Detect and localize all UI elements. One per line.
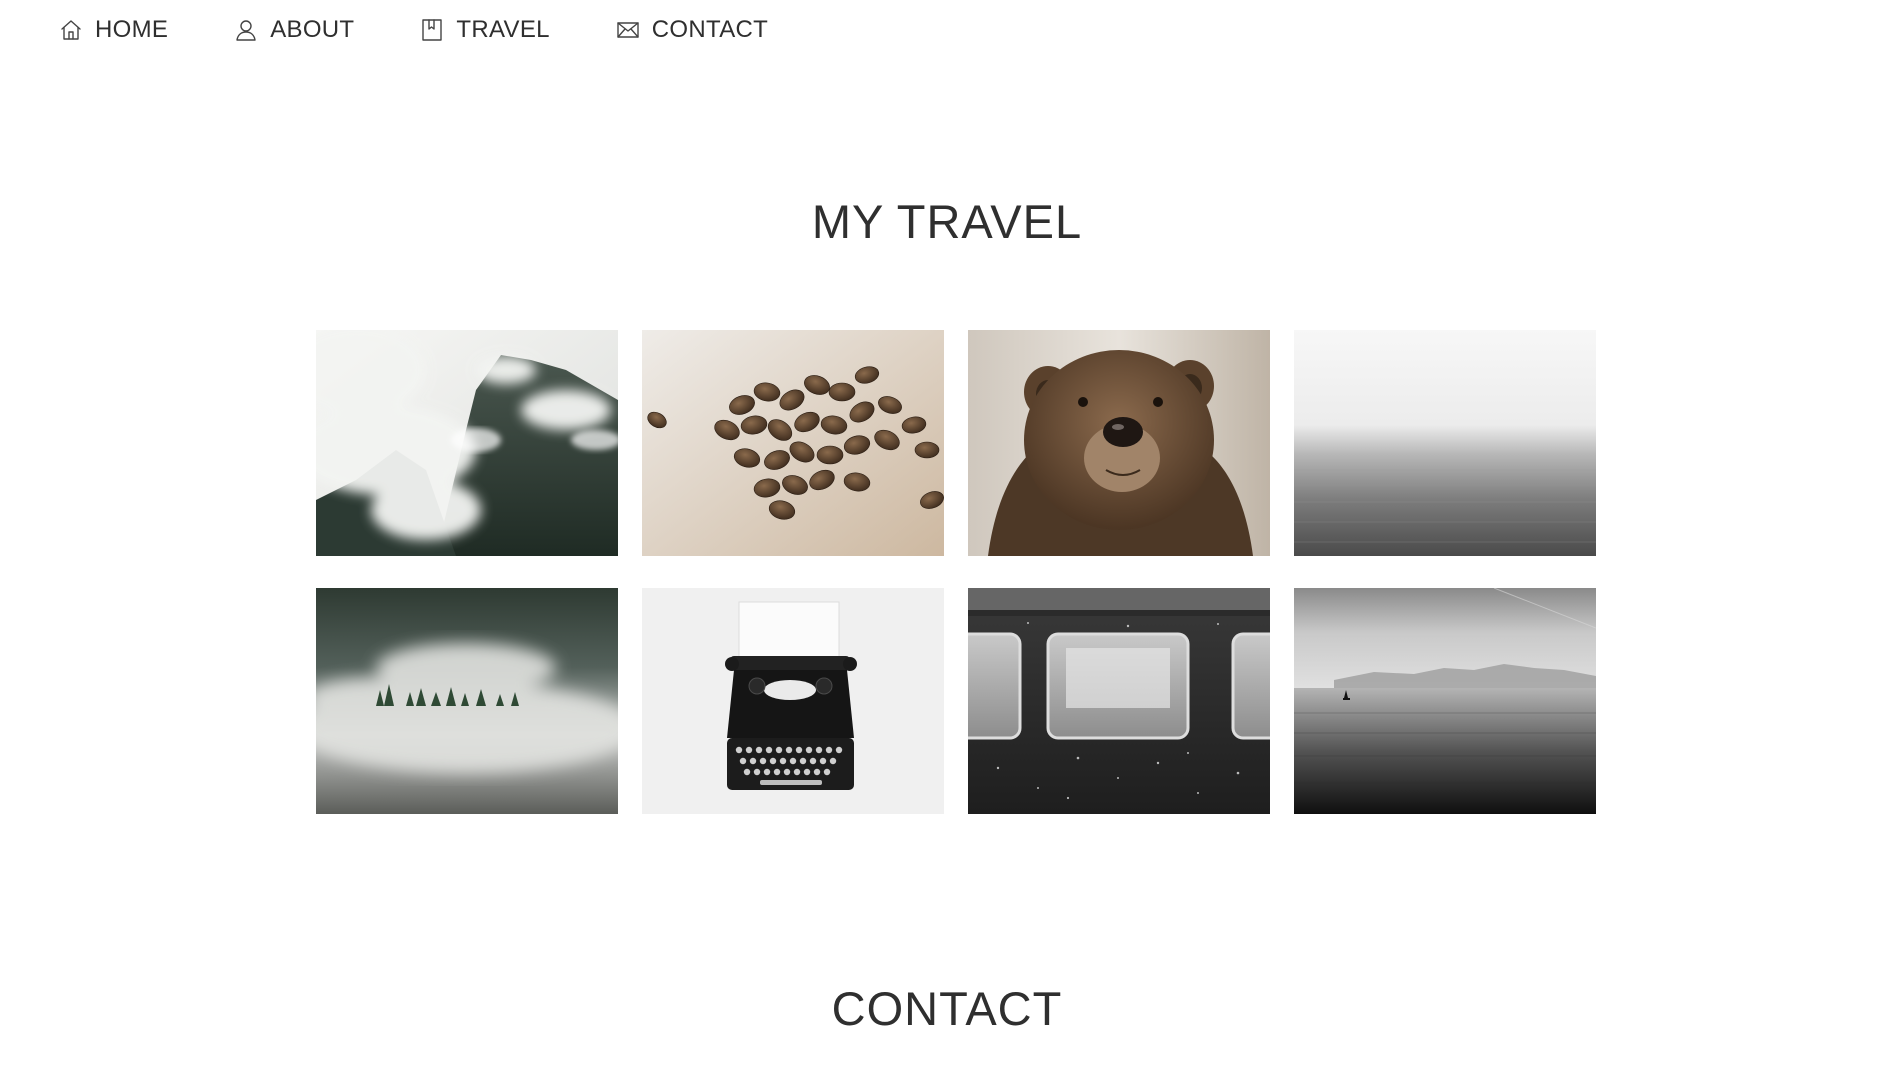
nav-item-label: CONTACT xyxy=(651,16,769,43)
nav-item-label: HOME xyxy=(95,16,169,43)
nav-item-home[interactable]: HOME xyxy=(59,18,168,42)
nav-item-contact[interactable]: CONTACT xyxy=(616,18,768,42)
contact-section-title: CONTACT xyxy=(831,982,1063,1035)
photo-typewriter[interactable] xyxy=(642,588,944,814)
travel-section-title: MY TRAVEL xyxy=(811,195,1083,248)
photo-misty-mountain[interactable] xyxy=(316,330,618,556)
nav-item-label: ABOUT xyxy=(270,16,355,43)
photo-brown-bear[interactable] xyxy=(968,330,1270,556)
page: HOME ABOUT TRAVEL CONTACT MY TRAVEL CONT… xyxy=(0,0,1894,1075)
photo-sea-boat[interactable] xyxy=(1294,588,1596,814)
nav-item-label: TRAVEL xyxy=(456,16,550,43)
photo-coffee-beans[interactable] xyxy=(642,330,944,556)
bookmark-icon xyxy=(420,18,444,42)
photo-train-windows[interactable] xyxy=(968,588,1270,814)
user-icon xyxy=(234,18,258,42)
photo-foggy-sea[interactable] xyxy=(1294,330,1596,556)
nav-item-travel[interactable]: TRAVEL xyxy=(420,18,549,42)
nav-item-about[interactable]: ABOUT xyxy=(234,18,354,42)
mail-icon xyxy=(616,18,640,42)
photo-fog-forest[interactable] xyxy=(316,588,618,814)
travel-gallery xyxy=(316,330,1598,814)
top-navigation: HOME ABOUT TRAVEL CONTACT xyxy=(59,10,834,50)
home-icon xyxy=(59,18,83,42)
